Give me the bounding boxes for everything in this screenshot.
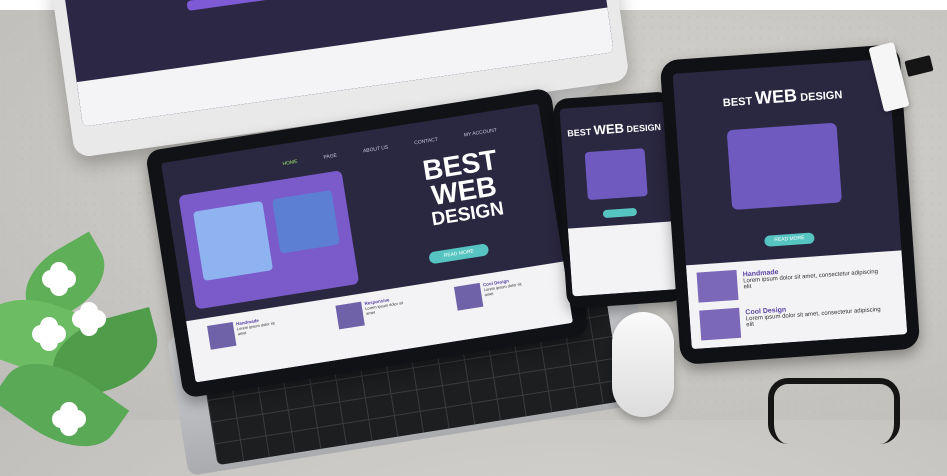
item-thumbnail: [699, 307, 742, 341]
tablet-title-web: WEB: [754, 85, 798, 109]
phone-hero-title: BEST WEB DESIGN: [561, 117, 668, 139]
nav-item-contact[interactable]: CONTACT: [414, 137, 438, 147]
card-thumbnail: [453, 282, 484, 311]
card-thumbnail: [207, 321, 237, 350]
phone-title-web: WEB: [593, 120, 625, 138]
nav-item-page[interactable]: PAGE: [323, 153, 337, 161]
tablet-read-more-button[interactable]: READ MORE: [764, 232, 815, 247]
item-text: Handmade Lorem ipsum dolor sit amet, cons…: [743, 262, 884, 290]
nav-item-about[interactable]: ABOUT US: [363, 145, 389, 155]
hero-title: BEST WEB DESIGN: [384, 141, 544, 238]
plant: [0, 230, 180, 469]
monitor-hero-bar: [186, 0, 436, 11]
card-text: Cool Design Lorem ipsum dolor sit amet: [483, 276, 525, 297]
flower: [40, 325, 58, 343]
phone-illustration: [584, 148, 648, 201]
item-text: Cool Design Lorem ipsum dolor sit amet, c…: [745, 300, 886, 329]
phone-screen: BEST WEB DESIGN: [559, 101, 679, 297]
card-cool-design[interactable]: Cool Design Lorem ipsum dolor sit amet: [453, 276, 530, 328]
hero-illustration: [178, 170, 360, 310]
phone-title-best: BEST: [566, 126, 592, 139]
tablet-item-handmade[interactable]: Handmade Lorem ipsum dolor sit amet, cons…: [696, 259, 895, 305]
card-text: Responsive Lorem ipsum dolor sit amet: [364, 295, 406, 316]
phone-title-design: DESIGN: [626, 121, 662, 135]
illustration-panel-secondary: [271, 189, 340, 254]
tablet-screen: BEST WEB DESIGN READ MORE Handmade Lorem …: [672, 58, 908, 350]
card-thumbnail: [335, 301, 365, 330]
flower: [80, 310, 98, 328]
flower: [60, 410, 78, 428]
illustration-panel: [192, 200, 274, 281]
tablet-hero-title: BEST WEB DESIGN: [674, 79, 891, 115]
tablet-illustration: [726, 122, 842, 211]
laptop-screen: HOME PAGE ABOUT US CONTACT MY ACCOUNT BE…: [160, 103, 574, 383]
tablet-item-cool-design[interactable]: Cool Design Lorem ipsum dolor sit amet, c…: [699, 297, 897, 343]
tablet-content-band: Handmade Lorem ipsum dolor sit amet, cons…: [685, 250, 908, 350]
card-responsive[interactable]: Responsive Lorem ipsum dolor sit amet: [335, 295, 411, 347]
mouse: [612, 312, 674, 417]
card-handmade[interactable]: Handmade Lorem ipsum dolor sit amet: [207, 315, 283, 367]
tablet-title-design: DESIGN: [799, 89, 843, 105]
glasses: [768, 378, 900, 444]
read-more-button[interactable]: READ MORE: [428, 243, 490, 265]
card-text: Handmade Lorem ipsum dolor sit amet: [236, 315, 278, 336]
flower: [50, 270, 68, 288]
tablet-title-best: BEST: [722, 95, 753, 110]
phone-read-more-button[interactable]: [602, 207, 638, 219]
item-thumbnail: [696, 269, 739, 303]
phone-content-band: [567, 221, 679, 297]
nav-item-home[interactable]: HOME: [282, 159, 298, 167]
nav-item-account[interactable]: MY ACCOUNT: [464, 127, 498, 138]
